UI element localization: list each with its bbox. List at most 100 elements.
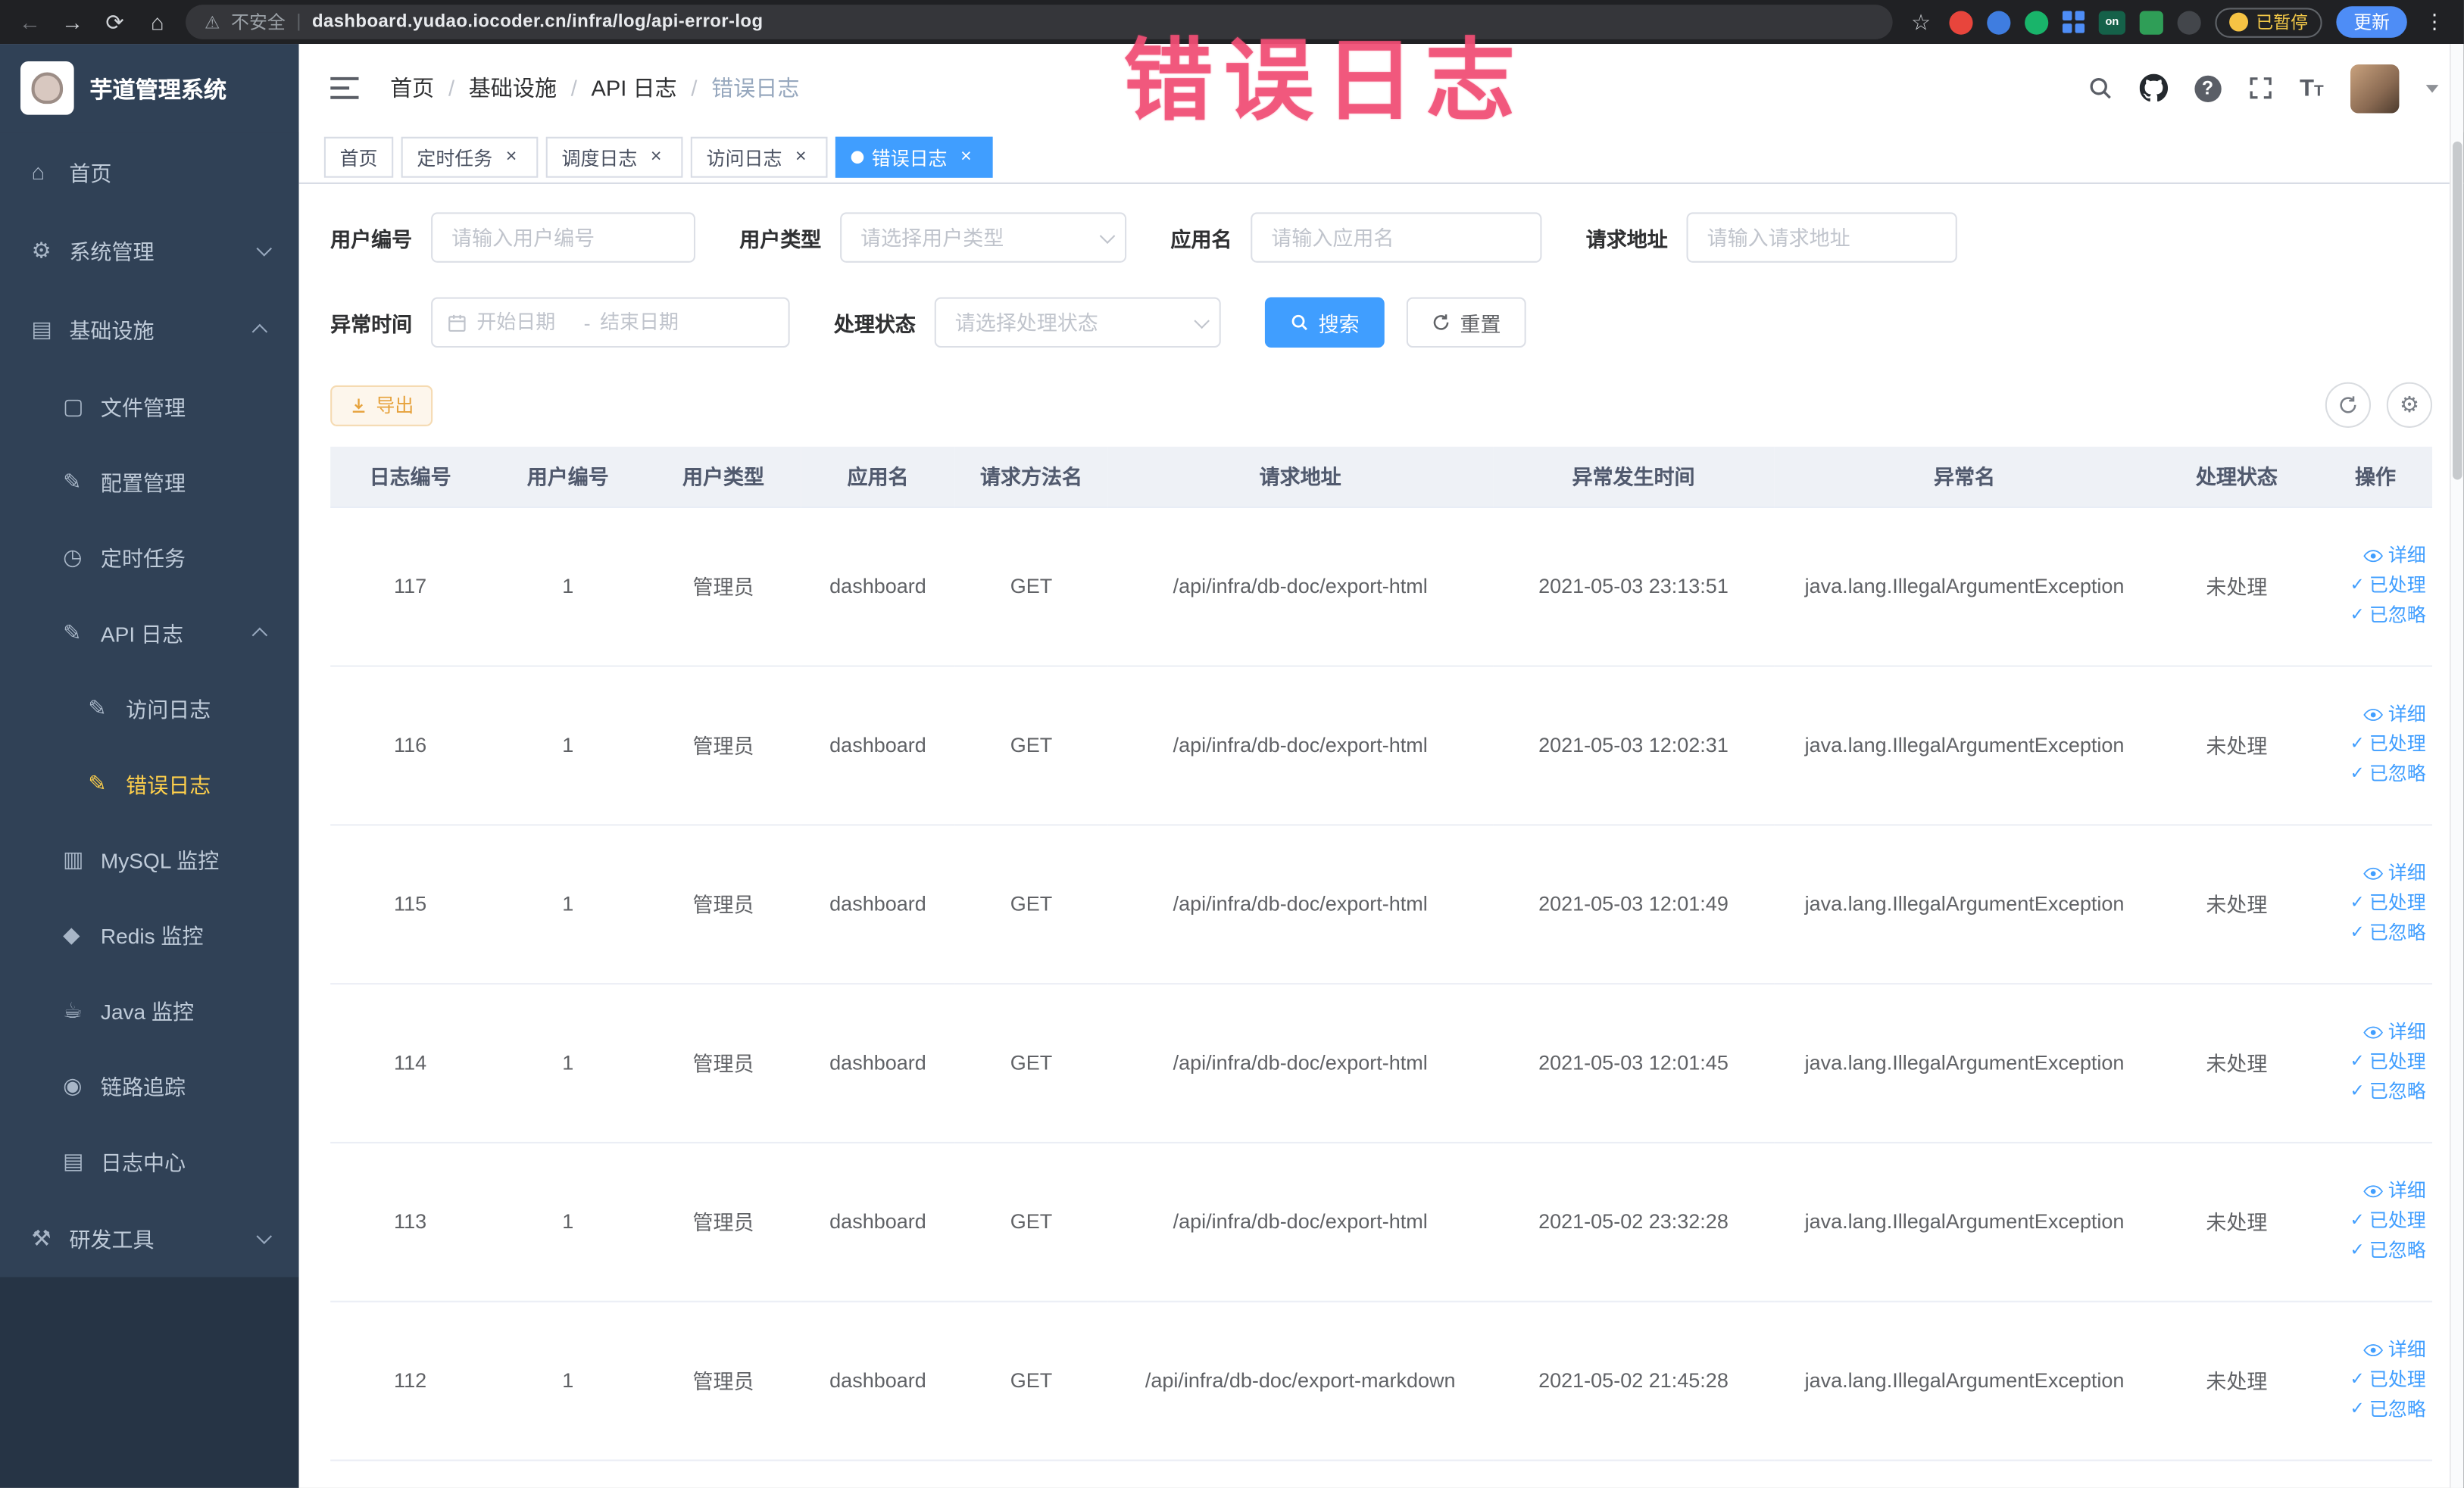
page-url[interactable]: dashboard.yudao.iocoder.cn/infra/log/api… (312, 13, 763, 32)
table-row: 114 1 管理员 dashboard GET /api/infra/db-do… (330, 983, 2433, 1143)
extension-icon-on[interactable]: on (2098, 10, 2126, 34)
sidebar-item-system[interactable]: ⚙ 系统管理 (0, 211, 299, 289)
sidebar-item-java[interactable]: ☕ Java 监控 (0, 972, 299, 1048)
sidebar-item-mysql[interactable]: ▥ MySQL 监控 (0, 821, 299, 897)
sidebar-item-access-log[interactable]: ✎ 访问日志 (0, 670, 299, 746)
paused-badge[interactable]: 已暂停 (2215, 7, 2322, 37)
tab-job[interactable]: 定时任务 × (401, 136, 539, 178)
tab-access-log[interactable]: 访问日志 × (690, 136, 828, 178)
sidebar-logo[interactable]: 芋道管理系统 (0, 44, 299, 133)
cell-app-name: dashboard (801, 665, 955, 825)
extension-icon-red[interactable] (1949, 10, 1973, 34)
help-icon[interactable]: ? (2194, 74, 2222, 101)
detail-link[interactable]: 详细 (2325, 1177, 2426, 1206)
process-status-select-input[interactable] (934, 297, 1221, 348)
browser-home-button[interactable]: ⌂ (143, 0, 171, 44)
mark-processed-link[interactable]: ✓ 已处理 (2325, 571, 2426, 601)
detail-link[interactable]: 详细 (2325, 859, 2426, 888)
close-icon[interactable]: × (645, 146, 667, 168)
sidebar-item-infra[interactable]: ▤ 基础设施 (0, 289, 299, 368)
detail-link[interactable]: 详细 (2325, 541, 2426, 570)
mark-ignored-link[interactable]: ✓ 已忽略 (2325, 1237, 2426, 1266)
tab-job-log[interactable]: 调度日志 × (545, 136, 683, 178)
exception-time-range[interactable]: - (431, 297, 790, 348)
mark-ignored-link[interactable]: ✓ 已忽略 (2325, 919, 2426, 948)
user-type-select[interactable] (840, 212, 1127, 263)
mark-ignored-link[interactable]: ✓ 已忽略 (2325, 760, 2426, 789)
scrollbar-thumb[interactable] (2453, 141, 2462, 480)
reload-button[interactable]: ⟳ (101, 0, 129, 44)
breadcrumb-item[interactable]: 首页 (390, 73, 434, 105)
process-status-select[interactable] (934, 297, 1221, 348)
tab-home[interactable]: 首页 (323, 136, 394, 178)
detail-link[interactable]: 详细 (2325, 1018, 2426, 1047)
user-avatar[interactable] (2350, 64, 2400, 113)
search-button[interactable]: 搜索 (1264, 297, 1385, 348)
request-url-input[interactable] (1686, 212, 1957, 263)
user-id-input[interactable] (431, 212, 696, 263)
header-actions: ? TT (2088, 64, 2439, 113)
app-name-input[interactable] (1251, 212, 1542, 263)
cell-user-id: 1 (490, 1300, 646, 1461)
close-icon[interactable]: × (955, 146, 977, 168)
sidebar-item-job[interactable]: ◷ 定时任务 (0, 519, 299, 594)
breadcrumb-item[interactable]: API 日志 (591, 73, 676, 105)
sidebar-item-log-center[interactable]: ▤ 日志中心 (0, 1123, 299, 1199)
detail-link[interactable]: 详细 (2325, 1335, 2426, 1365)
forward-button[interactable]: → (58, 0, 86, 44)
home-icon: ⌂ (31, 158, 45, 185)
mark-processed-link[interactable]: ✓ 已处理 (2325, 1365, 2426, 1395)
browser-update-button[interactable]: 更新 (2336, 6, 2407, 38)
cell-method: GET (954, 824, 1108, 984)
export-button[interactable]: 导出 (330, 384, 433, 426)
sidebar-item-label: 定时任务 (100, 547, 186, 571)
avatar-caret-icon[interactable] (2425, 84, 2439, 92)
mark-processed-link[interactable]: ✓ 已处理 (2325, 1206, 2426, 1236)
cell-user-type: 管理员 (645, 665, 801, 825)
sidebar-item-trace[interactable]: ◉ 链路追踪 (0, 1047, 299, 1123)
check-icon: ✓ (2350, 1052, 2365, 1072)
mark-ignored-link[interactable]: ✓ 已忽略 (2325, 1078, 2426, 1107)
mark-ignored-link[interactable]: ✓ 已忽略 (2325, 1395, 2426, 1424)
refresh-circle-button[interactable] (2325, 382, 2372, 428)
mark-processed-link[interactable]: ✓ 已处理 (2325, 1047, 2426, 1077)
sidebar-item-config[interactable]: ✎ 配置管理 (0, 444, 299, 519)
detail-link[interactable]: 详细 (2325, 700, 2426, 729)
github-icon[interactable] (2139, 73, 2168, 102)
mark-ignored-link[interactable]: ✓ 已忽略 (2325, 601, 2426, 630)
sidebar-item-api-log[interactable]: ✎ API 日志 (0, 594, 299, 670)
end-date-input[interactable] (600, 311, 698, 334)
font-size-icon[interactable]: TT (2300, 75, 2324, 101)
col-user-type: 用户类型 (645, 446, 801, 507)
hamburger-icon[interactable] (324, 70, 365, 105)
start-date-input[interactable] (476, 311, 575, 334)
sidebar-item-home[interactable]: ⌂ 首页 (0, 132, 299, 211)
mark-processed-link[interactable]: ✓ 已处理 (2325, 889, 2426, 919)
address-bar[interactable]: ⚠ 不安全 | dashboard.yudao.iocoder.cn/infra… (186, 5, 1893, 39)
sidebar-item-dev-tools[interactable]: ⚒ 研发工具 (0, 1199, 299, 1277)
sidebar-item-redis[interactable]: ◆ Redis 监控 (0, 897, 299, 972)
close-icon[interactable]: × (790, 146, 812, 168)
close-icon[interactable]: × (501, 146, 523, 168)
bookmark-star-icon[interactable]: ☆ (1907, 0, 1935, 44)
security-label[interactable]: 不安全 (231, 9, 286, 34)
scrollbar-track[interactable] (2449, 44, 2464, 1488)
extension-icon-green[interactable] (2025, 10, 2049, 34)
sidebar-item-file[interactable]: ▢ 文件管理 (0, 368, 299, 444)
column-settings-button[interactable]: ⚙ (2386, 382, 2433, 428)
browser-menu-icon[interactable]: ⋮ (2422, 9, 2448, 34)
back-button[interactable]: ← (16, 0, 44, 44)
reset-button[interactable]: 重置 (1406, 297, 1526, 348)
fullscreen-icon[interactable] (2247, 76, 2272, 101)
tab-label: 首页 (339, 147, 378, 170)
mark-processed-link[interactable]: ✓ 已处理 (2325, 730, 2426, 760)
user-type-select-input[interactable] (840, 212, 1127, 263)
search-icon[interactable] (2088, 76, 2113, 101)
extension-icon-puzzle[interactable] (2177, 10, 2201, 34)
sidebar-item-error-log[interactable]: ✎ 错误日志 (0, 745, 299, 821)
extension-icon-grid[interactable] (2062, 11, 2085, 33)
breadcrumb-item[interactable]: 基础设施 (469, 73, 557, 105)
tab-error-log[interactable]: 错误日志 × (835, 136, 993, 178)
extension-icon-leaf[interactable] (2139, 10, 2163, 34)
extension-icon-blue[interactable] (1987, 10, 2011, 34)
